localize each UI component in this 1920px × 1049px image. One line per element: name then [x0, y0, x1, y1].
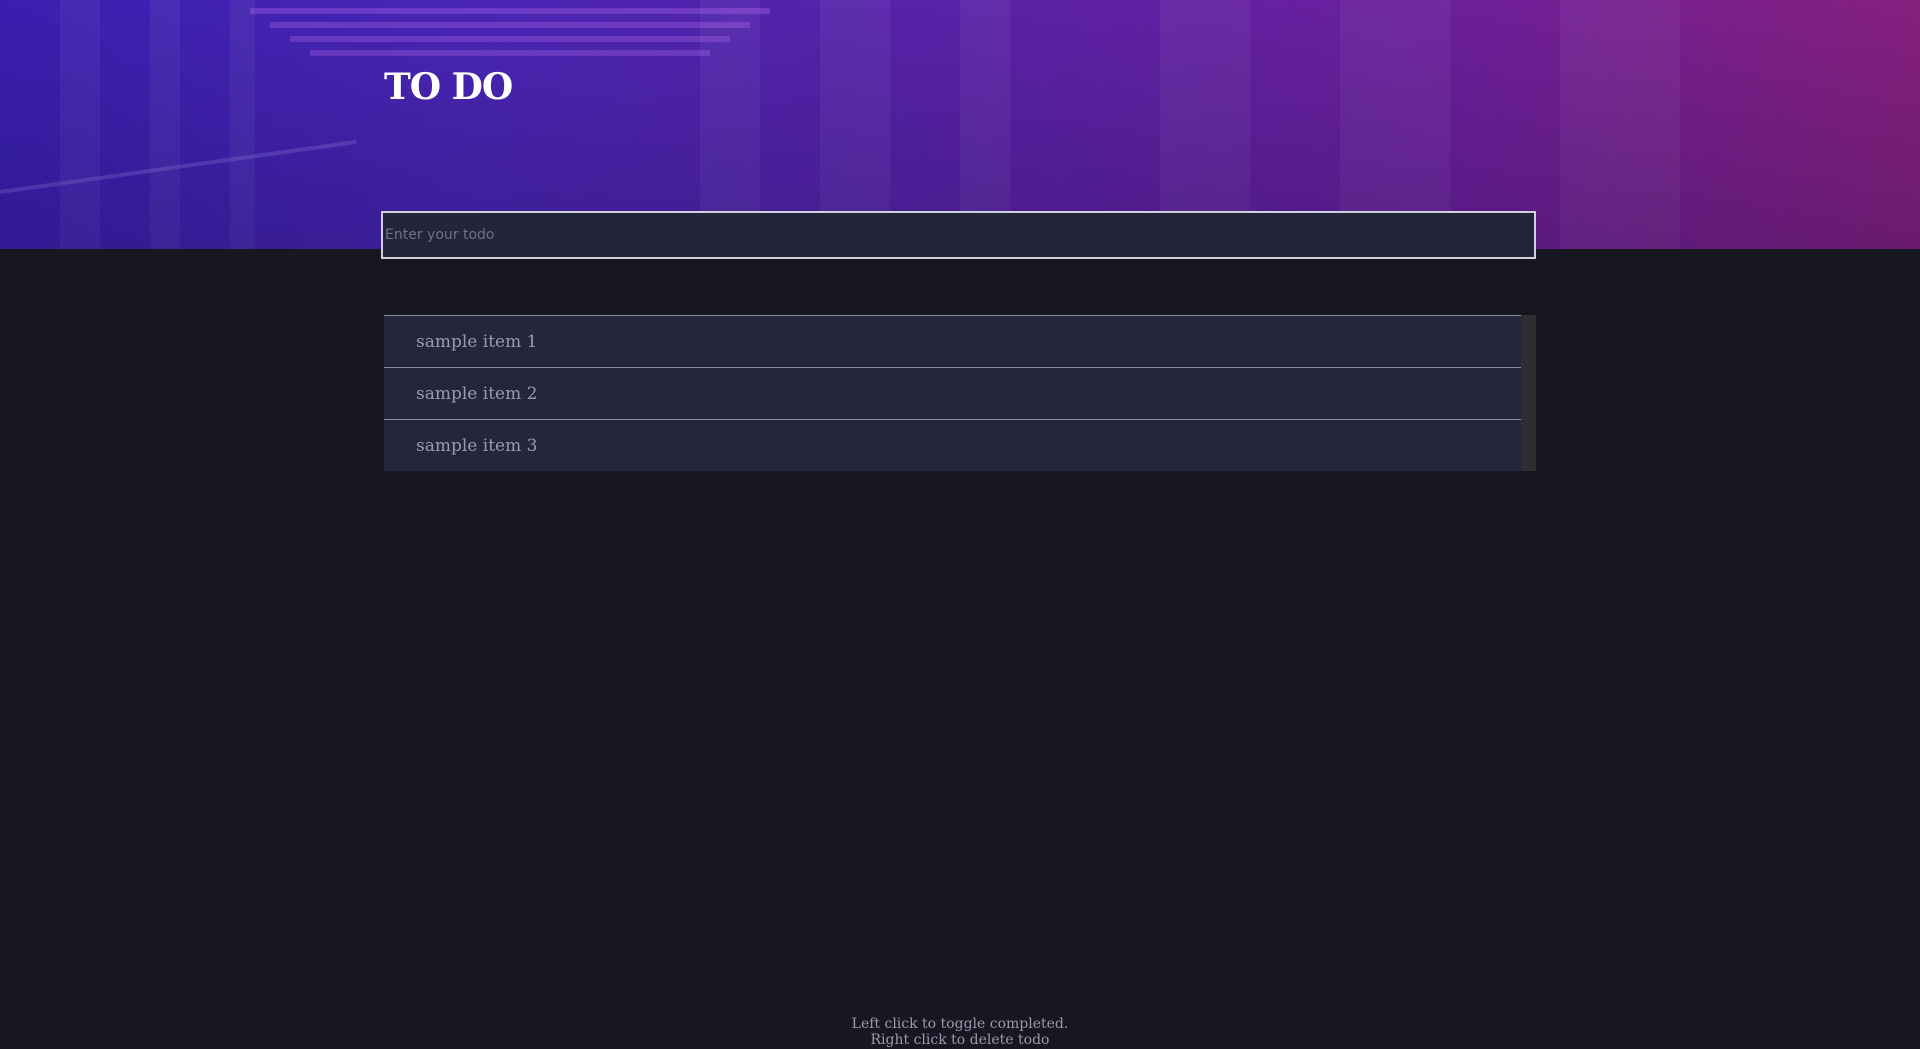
todo-item[interactable]: sample item 2 — [384, 367, 1521, 419]
help-text: Left click to toggle completed. Right cl… — [0, 1016, 1920, 1048]
todo-input[interactable] — [381, 211, 1536, 259]
page-title: TO DO — [384, 66, 513, 108]
todo-item-label: sample item 1 — [416, 331, 538, 352]
todo-list: sample item 1 sample item 2 sample item … — [384, 315, 1536, 471]
help-text-toggle: Left click to toggle completed. — [851, 1016, 1069, 1032]
list-scrollbar[interactable] — [1521, 315, 1536, 471]
todo-item[interactable]: sample item 1 — [384, 315, 1521, 367]
todo-item[interactable]: sample item 3 — [384, 419, 1521, 471]
todo-list-items: sample item 1 sample item 2 sample item … — [384, 315, 1521, 471]
todo-item-label: sample item 3 — [416, 435, 538, 456]
todo-item-label: sample item 2 — [416, 383, 538, 404]
help-text-delete: Right click to delete todo — [870, 1032, 1050, 1048]
